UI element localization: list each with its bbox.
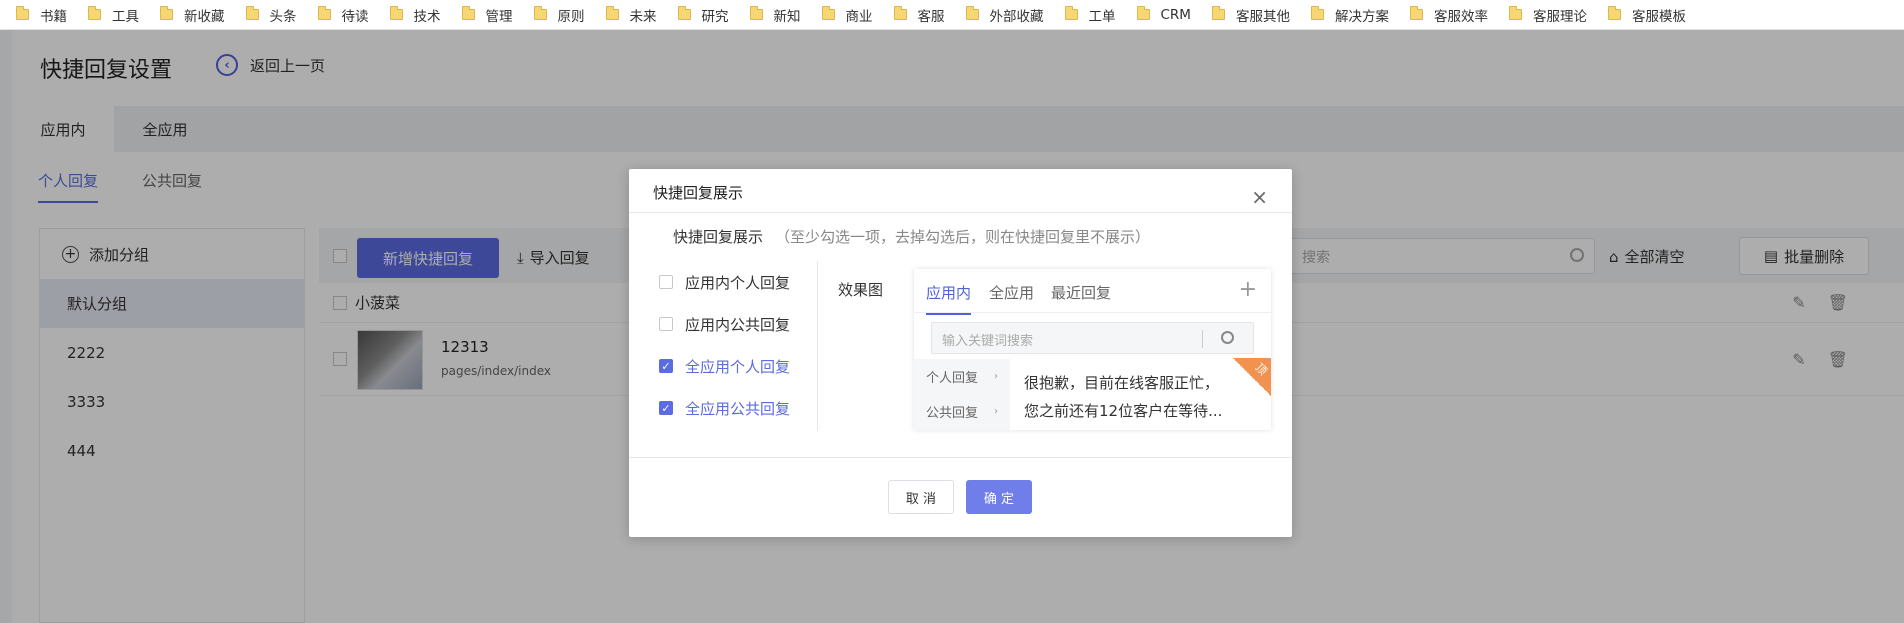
- preview-category: 个人回复 ›: [914, 359, 1010, 394]
- preview-tabs: 应用内 全应用 最近回复 +: [914, 269, 1271, 315]
- folder-icon: [1211, 6, 1225, 20]
- folder-icon: [1508, 6, 1522, 20]
- folder-icon: [1607, 6, 1621, 20]
- quick-reply-display-dialog: 快捷回复展示 × 快捷回复展示 （至少勾选一项，去掉勾选后，则在快捷回复里不展示）…: [629, 169, 1292, 537]
- preview-category: 公共回复 ›: [914, 394, 1010, 429]
- bookmark-folder[interactable]: 研究: [677, 5, 729, 25]
- bookmark-folder[interactable]: 原则: [533, 5, 585, 25]
- bookmark-folder[interactable]: 新知: [749, 5, 801, 25]
- bookmark-folder[interactable]: 客服效率: [1409, 5, 1488, 25]
- bookmark-folder[interactable]: 解决方案: [1310, 5, 1389, 25]
- bookmark-folder[interactable]: 新收藏: [160, 5, 225, 25]
- display-options: 应用内个人回复 应用内公共回复 ✓ 全应用个人回复 ✓ 全应用公共回复: [659, 261, 807, 429]
- preview-tab-all-apps: 全应用: [989, 284, 1035, 302]
- folder-icon: [88, 6, 101, 20]
- option-in-app-public[interactable]: 应用内公共回复: [659, 303, 807, 345]
- folder-icon: [245, 6, 259, 20]
- preview-image: 应用内 全应用 最近回复 + 输入关键词搜索 个人回复 › 公共回复 › 很抱歉，目…: [914, 269, 1271, 430]
- folder-icon: [821, 6, 835, 20]
- dialog-title: 快捷回复展示: [653, 184, 744, 202]
- option-all-apps-public[interactable]: ✓ 全应用公共回复: [659, 387, 807, 429]
- preview-message: 很抱歉，目前在线客服正忙， 您之前还有12位客户在等待...: [1024, 369, 1224, 425]
- divider: [629, 212, 1292, 213]
- bookmark-folder[interactable]: 外部收藏: [965, 5, 1044, 25]
- option-label: 全应用个人回复: [685, 357, 791, 376]
- folder-icon: [1136, 6, 1150, 20]
- folder-icon: [965, 6, 979, 20]
- preview-search: 输入关键词搜索: [931, 322, 1254, 354]
- category-label: 个人回复: [926, 371, 979, 386]
- bookmark-folder[interactable]: 头条: [245, 5, 297, 25]
- bookmark-folder[interactable]: 商业: [821, 5, 873, 25]
- option-label: 应用内个人回复: [685, 273, 791, 292]
- preview-tab-in-app: 应用内: [926, 282, 972, 315]
- bookmark-folder[interactable]: 未来: [605, 5, 657, 25]
- bookmark-folder[interactable]: 技术: [389, 5, 441, 25]
- folder-icon: [1064, 6, 1078, 20]
- bookmark-folder[interactable]: 待读: [317, 5, 369, 25]
- folder-icon: [461, 6, 475, 20]
- preview-categories: 个人回复 › 公共回复 ›: [914, 359, 1010, 430]
- checkbox-checked[interactable]: ✓: [659, 359, 673, 373]
- preview-label: 效果图: [838, 281, 884, 299]
- folder-icon: [605, 6, 619, 20]
- bookmark-folder[interactable]: 客服模板: [1607, 5, 1686, 25]
- cancel-button[interactable]: 取 消: [888, 480, 954, 514]
- bookmark-folder[interactable]: 工具: [88, 5, 139, 25]
- option-all-apps-personal[interactable]: ✓ 全应用个人回复: [659, 345, 807, 387]
- divider: [1202, 330, 1203, 348]
- folder-icon: [677, 6, 691, 20]
- close-icon[interactable]: ×: [1251, 187, 1268, 207]
- preview-message-line: 您之前还有12位客户在等待...: [1024, 402, 1223, 420]
- confirm-button[interactable]: 确 定: [966, 480, 1032, 514]
- option-label: 全应用公共回复: [685, 399, 791, 418]
- divider: [629, 457, 1292, 458]
- chevron-right-icon: ›: [994, 371, 998, 382]
- preview-tab-recent: 最近回复: [1051, 284, 1112, 302]
- folder-icon: [749, 6, 763, 20]
- search-icon: [1221, 331, 1234, 344]
- bookmark-folder[interactable]: 客服: [893, 5, 945, 25]
- category-label: 公共回复: [926, 406, 979, 421]
- bookmark-folder[interactable]: 工单: [1064, 5, 1116, 25]
- plus-icon: +: [1238, 277, 1257, 302]
- bookmark-folder[interactable]: 客服其他: [1211, 5, 1290, 25]
- checkbox-checked[interactable]: ✓: [659, 401, 673, 415]
- folder-icon: [893, 6, 907, 20]
- option-label: 应用内公共回复: [685, 315, 791, 334]
- preview-search-placeholder: 输入关键词搜索: [942, 334, 1034, 349]
- bookmark-folder[interactable]: 书籍: [16, 5, 67, 25]
- hint-note: （至少勾选一项，去掉勾选后，则在快捷回复里不展示）: [775, 228, 1151, 246]
- checkbox[interactable]: [659, 317, 673, 331]
- folder-icon: [160, 6, 173, 20]
- folder-icon: [16, 6, 29, 20]
- bookmarks-bar: 书籍 工具 新收藏 头条 待读 技术 管理 原则 未来 研究 新知 商业 客服 …: [0, 0, 1904, 30]
- bookmark-folder[interactable]: 客服理论: [1508, 5, 1587, 25]
- preview-message-line: 很抱歉，目前在线客服正忙，: [1024, 374, 1220, 392]
- bookmark-folder[interactable]: CRM: [1136, 6, 1191, 23]
- folder-icon: [389, 6, 403, 20]
- folder-icon: [317, 6, 331, 20]
- option-in-app-personal[interactable]: 应用内个人回复: [659, 261, 807, 303]
- chevron-right-icon: ›: [994, 406, 998, 417]
- hint-main: 快捷回复展示: [673, 228, 764, 246]
- checkbox[interactable]: [659, 275, 673, 289]
- bookmark-folder[interactable]: 管理: [461, 5, 513, 25]
- dialog-hint: 快捷回复展示 （至少勾选一项，去掉勾选后，则在快捷回复里不展示）: [673, 226, 1150, 247]
- folder-icon: [1310, 6, 1324, 20]
- folder-icon: [1409, 6, 1423, 20]
- folder-icon: [533, 6, 547, 20]
- vertical-divider: [817, 261, 818, 431]
